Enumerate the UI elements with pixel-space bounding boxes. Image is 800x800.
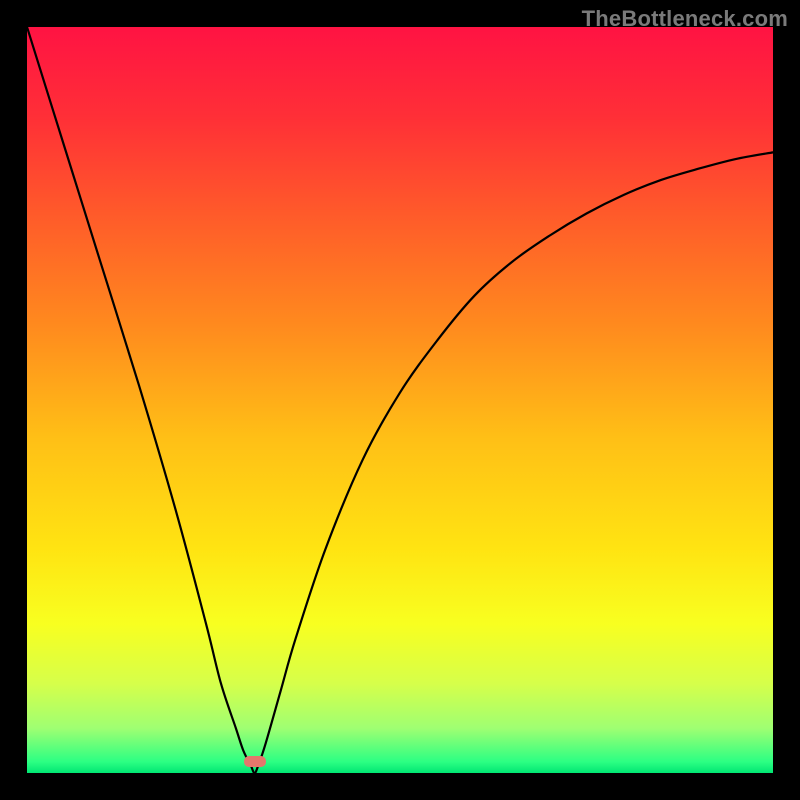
bottleneck-plot [27,27,773,773]
watermark-text: TheBottleneck.com [582,6,788,32]
plot-background [27,27,773,773]
chart-frame: TheBottleneck.com [0,0,800,800]
minimum-marker [244,756,266,767]
